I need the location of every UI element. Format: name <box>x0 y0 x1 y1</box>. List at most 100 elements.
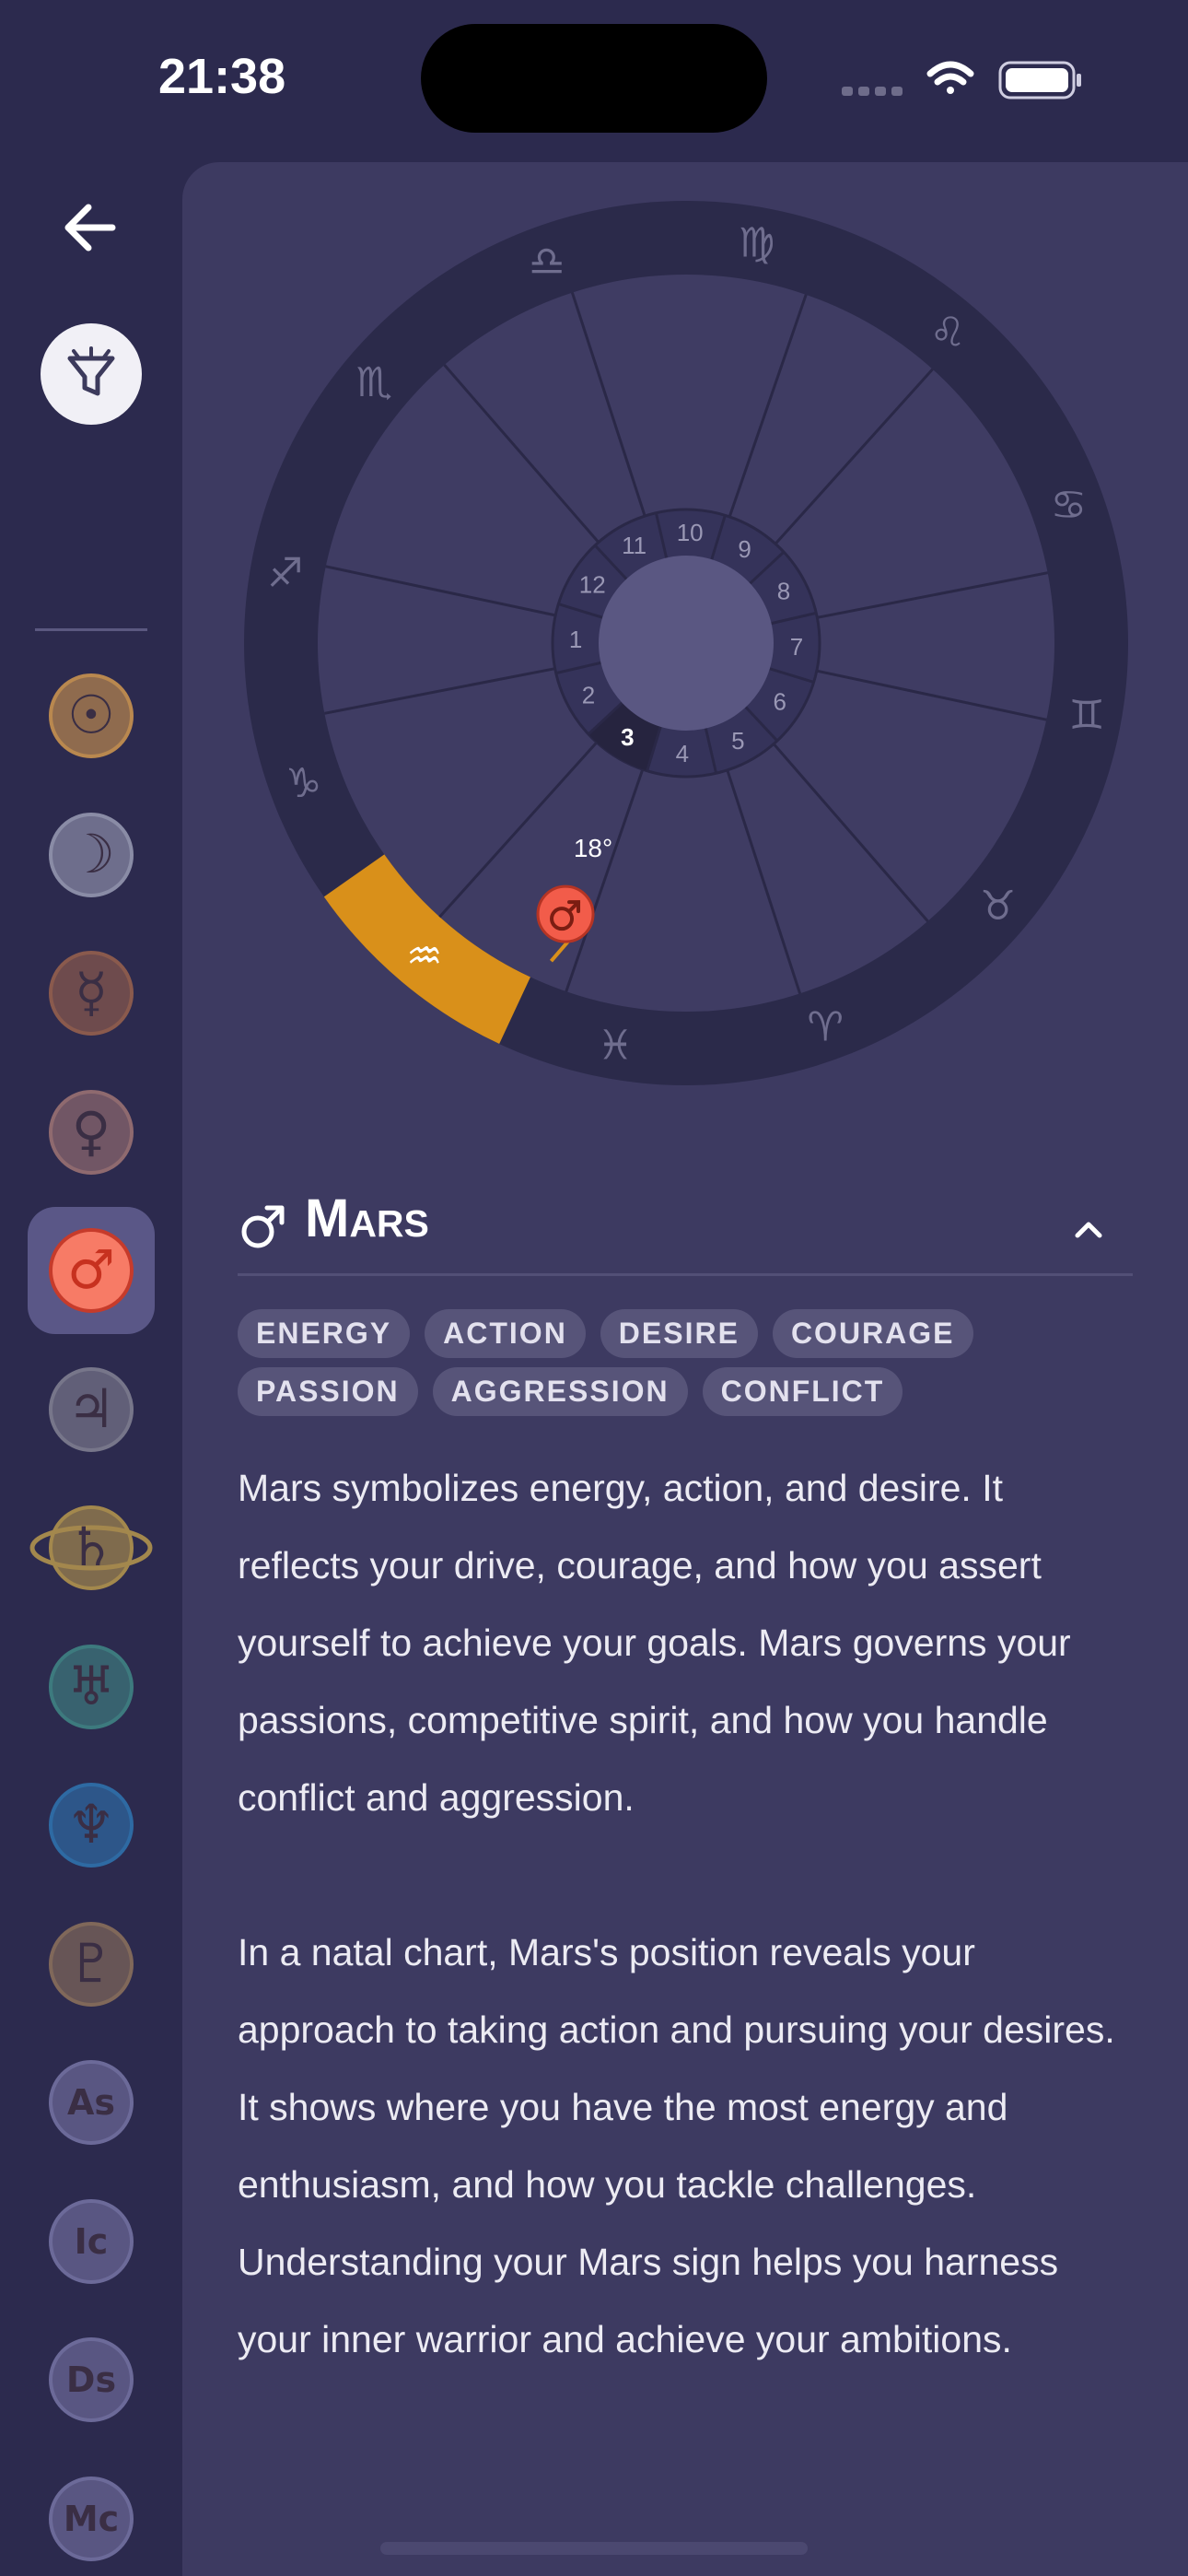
house-number-1: 1 <box>569 626 582 653</box>
sidebar-item-descendant[interactable]: Ds <box>28 2316 155 2443</box>
ascendant-icon: As <box>49 2060 134 2145</box>
back-button[interactable] <box>41 177 142 278</box>
zodiac-sign-glyph: ♋ <box>1051 482 1087 529</box>
saturn-glyph: ♄ <box>67 1516 115 1578</box>
mars-glyph-icon <box>241 1205 285 1248</box>
house-number-6: 6 <box>774 688 786 716</box>
sidebar-item-mars[interactable]: ♂ <box>28 1207 155 1334</box>
keyword-tag: COURAGE <box>772 1309 973 1358</box>
planet-sidebar: ☉ ☽ ☿ ♀ ♂ ♃ ♄ ♅ ♆ ♇ As Ic Ds Mc <box>0 157 182 2576</box>
descendant-icon: Ds <box>49 2337 134 2422</box>
arrow-left-icon <box>64 204 116 252</box>
zodiac-sign-glyph: ♒ <box>406 933 442 980</box>
filter-button[interactable] <box>41 323 142 425</box>
zodiac-sign-glyph: ♐ <box>267 550 303 597</box>
house-number-12: 12 <box>579 570 606 598</box>
house-number-4: 4 <box>676 740 689 767</box>
keyword-tag: PASSION <box>238 1367 418 1416</box>
detail-header[interactable]: Mars <box>238 1184 1133 1276</box>
uranus-glyph: ♅ <box>67 1655 115 1717</box>
zodiac-sign-glyph: ♑ <box>285 760 321 807</box>
zodiac-sign-glyph: ♏ <box>356 359 392 406</box>
jupiter-glyph: ♃ <box>67 1377 115 1440</box>
sidebar-item-pluto[interactable]: ♇ <box>28 1901 155 2028</box>
zodiac-sign-glyph: ♉ <box>980 883 1016 930</box>
zodiac-sign-glyph: ♍ <box>739 220 775 267</box>
keyword-tag: ENERGY <box>238 1309 411 1358</box>
sun-glyph: ☉ <box>67 684 115 746</box>
house-number-10: 10 <box>677 519 704 546</box>
house-number-11: 11 <box>622 532 646 559</box>
description-paragraph: Mars symbolizes energy, action, and desi… <box>238 1467 1071 1819</box>
filter-icon <box>67 346 115 396</box>
saturn-icon: ♄ <box>29 1505 153 1590</box>
midheaven-glyph: Mc <box>64 2499 119 2539</box>
natal-chart-wheel[interactable]: 109876543211211♍♌♋♊♉♈♓♒♑♐♏♎18° <box>244 201 1128 1085</box>
dynamic-island <box>421 24 767 133</box>
planet-description: Mars symbolizes energy, action, and desi… <box>238 1449 1133 2378</box>
sidebar-item-ascendant[interactable]: As <box>28 2039 155 2166</box>
status-bar: 21:38 <box>0 0 1188 157</box>
zodiac-sign-glyph: ♓ <box>598 1022 634 1069</box>
sidebar-item-moon[interactable]: ☽ <box>28 791 155 919</box>
venus-glyph: ♀ <box>72 1100 111 1163</box>
venus-icon: ♀ <box>49 1089 134 1175</box>
pluto-glyph: ♇ <box>67 1932 115 1995</box>
mars-glyph: ♂ <box>67 1238 115 1301</box>
sidebar-divider <box>35 628 147 631</box>
wheel-center <box>599 556 774 731</box>
sidebar-item-imum-coeli[interactable]: Ic <box>28 2178 155 2305</box>
status-icons <box>842 61 1081 100</box>
descendant-glyph: Ds <box>66 2359 116 2400</box>
battery-icon <box>998 61 1081 100</box>
house-number-9: 9 <box>738 535 751 563</box>
mercury-glyph: ☿ <box>75 961 108 1024</box>
chevron-up-icon <box>1075 1222 1102 1238</box>
imum-coeli-glyph: Ic <box>75 2221 109 2262</box>
mercury-icon: ☿ <box>49 951 134 1036</box>
wifi-icon <box>926 61 974 94</box>
house-number-8: 8 <box>777 578 790 605</box>
keyword-tag: AGGRESSION <box>432 1367 688 1416</box>
zodiac-sign-glyph: ♊ <box>1069 692 1105 739</box>
sun-icon: ☉ <box>49 673 134 758</box>
sidebar-item-sun[interactable]: ☉ <box>28 652 155 779</box>
zodiac-sign-glyph: ♎ <box>529 239 565 286</box>
zodiac-sign-glyph: ♌ <box>929 309 965 356</box>
signal-icon <box>842 87 903 96</box>
collapse-button[interactable] <box>1063 1204 1114 1256</box>
keyword-tags: ENERGY ACTION DESIRE COURAGE PASSION AGGRESSI… <box>238 1309 1159 1416</box>
imum-coeli-icon: Ic <box>49 2198 134 2284</box>
house-number-7: 7 <box>790 633 803 661</box>
jupiter-icon: ♃ <box>49 1366 134 1452</box>
keyword-tag: ACTION <box>425 1309 586 1358</box>
pluto-icon: ♇ <box>49 1921 134 2007</box>
uranus-icon: ♅ <box>49 1644 134 1729</box>
midheaven-icon: Mc <box>49 2476 134 2561</box>
planet-title: Mars <box>305 1188 429 1248</box>
sidebar-item-saturn[interactable]: ♄ <box>28 1484 155 1611</box>
sidebar-item-uranus[interactable]: ♅ <box>28 1623 155 1751</box>
mars-icon: ♂ <box>49 1228 134 1313</box>
house-number-3: 3 <box>621 723 634 751</box>
description-paragraph: In a natal chart, Mars's position reveal… <box>238 1931 1115 2360</box>
ascendant-glyph: As <box>67 2082 115 2123</box>
moon-glyph: ☽ <box>67 823 115 885</box>
zodiac-sign-glyph: ♈ <box>807 1003 843 1050</box>
sidebar-item-jupiter[interactable]: ♃ <box>28 1346 155 1473</box>
keyword-tag: CONFLICT <box>702 1367 903 1416</box>
house-number-5: 5 <box>731 727 744 755</box>
sidebar-item-midheaven[interactable]: Mc <box>28 2455 155 2576</box>
status-time: 21:38 <box>158 49 286 104</box>
keyword-tag: DESIRE <box>600 1309 758 1358</box>
neptune-glyph: ♆ <box>67 1793 115 1856</box>
planet-detail: Mars ENERGY ACTION DESIRE COURAGE PASSION AGG… <box>238 1184 1133 2378</box>
home-indicator <box>380 2542 808 2555</box>
sidebar-item-venus[interactable]: ♀ <box>28 1069 155 1196</box>
sidebar-item-mercury[interactable]: ☿ <box>28 930 155 1057</box>
mars-marker <box>536 884 595 943</box>
planet-degree-label: 18° <box>574 834 612 862</box>
neptune-icon: ♆ <box>49 1783 134 1868</box>
house-number-2: 2 <box>582 681 595 708</box>
sidebar-item-neptune[interactable]: ♆ <box>28 1762 155 1889</box>
